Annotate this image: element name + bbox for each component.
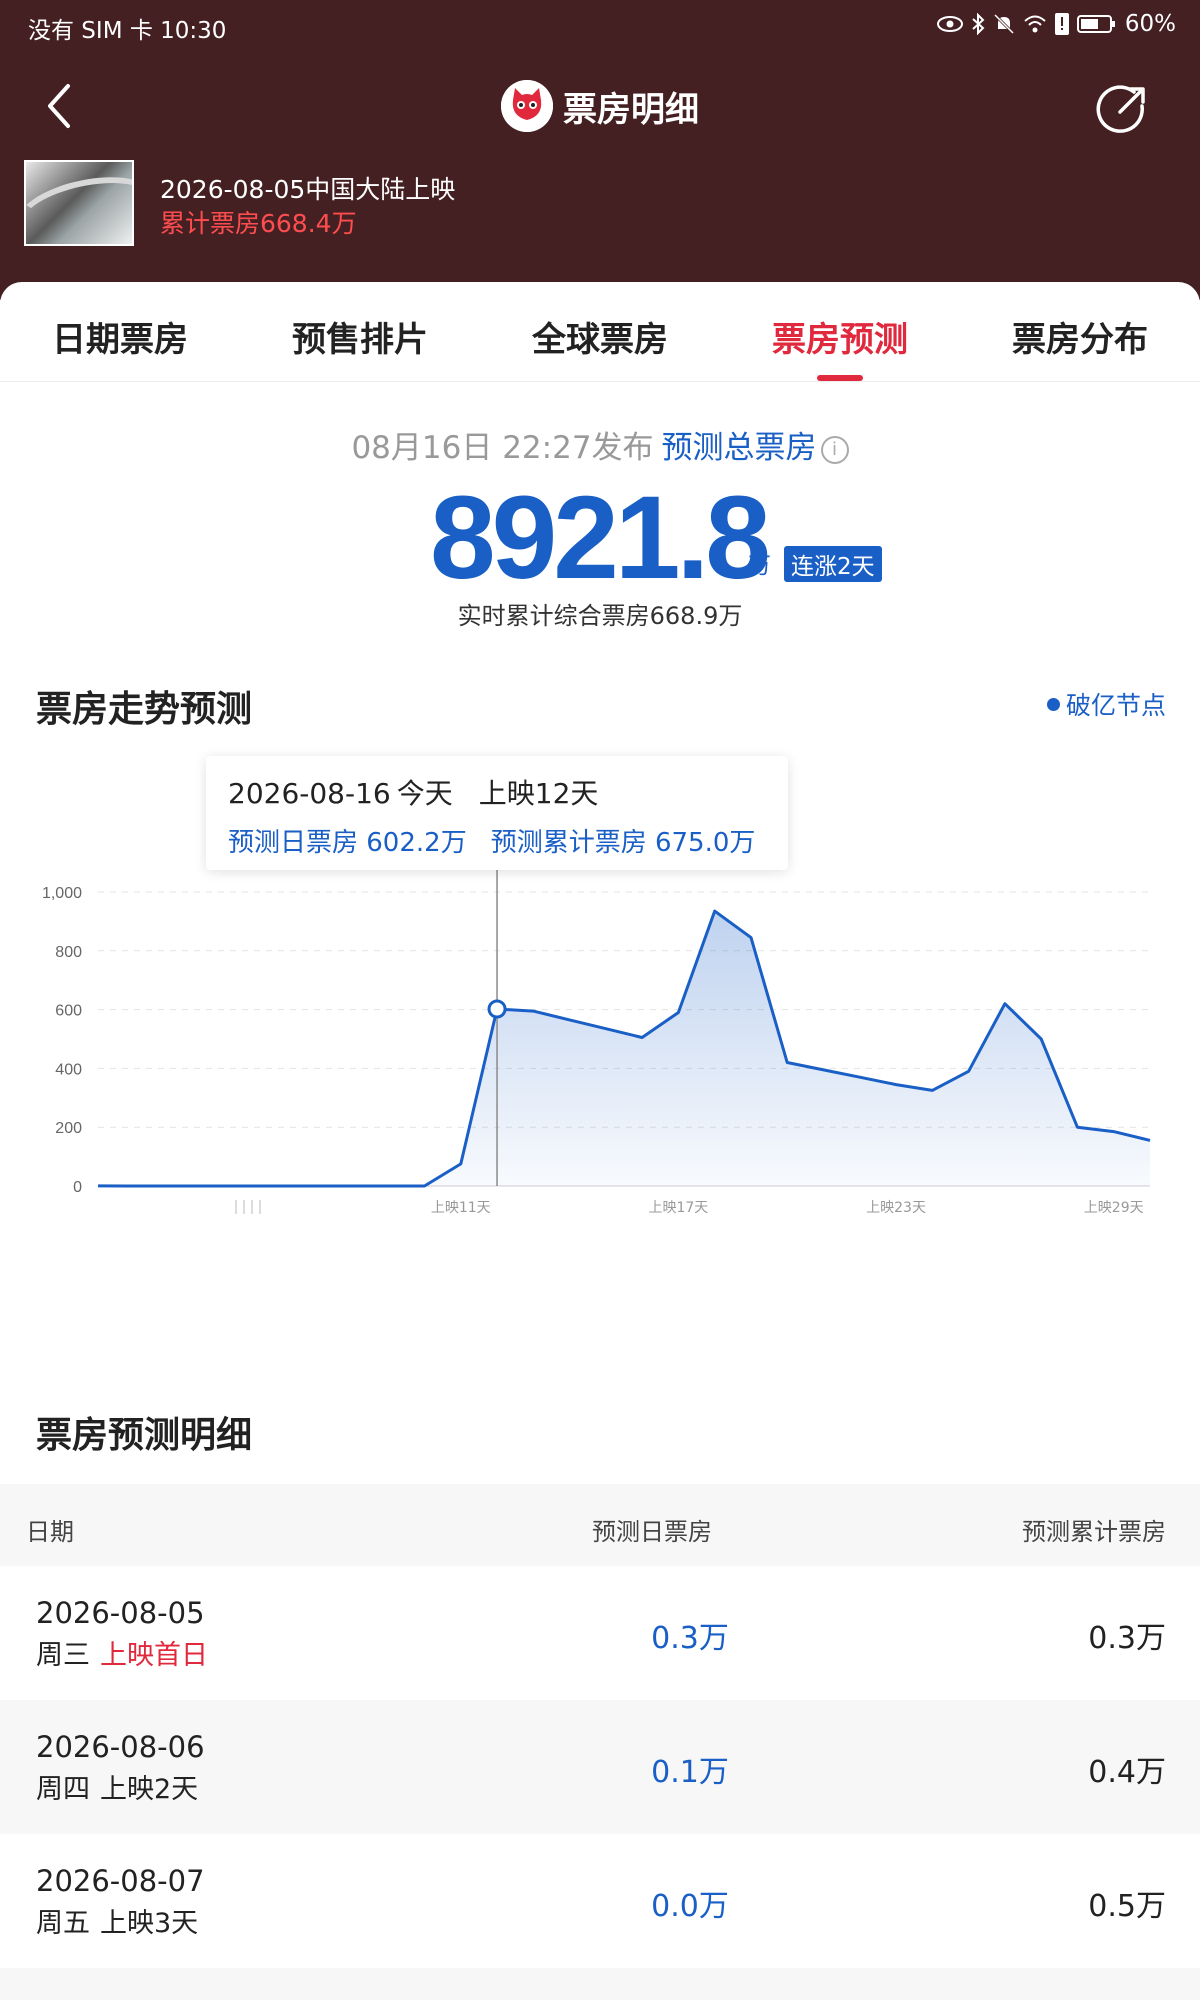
row-weekday: 周三 xyxy=(36,1640,90,1671)
row-daily: 0.1万 xyxy=(651,1755,729,1790)
y-tick-label: 0 xyxy=(73,1179,82,1196)
header-background: 没有 SIM 卡 10:30 60% 票房明细 2026-08-05中国大陆上映… xyxy=(0,0,1200,300)
tab-bar: 日期票房 预售排片 全球票房 票房预测 票房分布 xyxy=(0,282,1200,382)
y-tick-label: 1,000 xyxy=(42,885,82,902)
tab-box-office-distribution[interactable]: 票房分布 xyxy=(960,282,1200,381)
y-tick-label: 200 xyxy=(55,1120,82,1137)
header-date: 日期 xyxy=(26,1518,74,1546)
detail-section-title: 票房预测明细 xyxy=(36,1415,253,1456)
page-title: 票房明细 xyxy=(563,89,699,130)
row-date: 2026-08-06 xyxy=(36,1730,205,1764)
row-cumulative: 0.5万 xyxy=(1088,1889,1166,1924)
page-title-group: 票房明细 xyxy=(0,80,1200,132)
nav-bar: 票房明细 xyxy=(0,62,1200,152)
trend-chart[interactable]: 0 200 400 600 800 1,000 上映11天 上映17天 上映23天 上映29天 xyxy=(0,860,1200,1240)
tab-active-indicator xyxy=(817,375,863,381)
row-cumulative: 0.4万 xyxy=(1088,1755,1166,1790)
x-tick-label: 上映23天 xyxy=(866,1200,926,1216)
table-row-partial xyxy=(0,1968,1200,2000)
trend-badge: 连涨2天 xyxy=(784,546,882,582)
x-tick-label: 上映29天 xyxy=(1084,1200,1144,1216)
status-text: 没有 SIM 卡 10:30 xyxy=(28,18,227,44)
info-icon[interactable]: i xyxy=(820,436,849,464)
battery-icon xyxy=(1076,15,1115,33)
tab-daily-box-office[interactable]: 日期票房 xyxy=(0,282,240,381)
share-button[interactable] xyxy=(1096,82,1150,136)
movie-poster[interactable] xyxy=(24,160,134,246)
forecast-total-label: 预测总票房 xyxy=(661,430,817,466)
mute-icon xyxy=(993,13,1014,35)
realtime-box-office: 实时累计综合票房668.9万 xyxy=(457,602,743,630)
table-row[interactable]: 2026-08-05 周三 上映首日 0.3万 0.3万 xyxy=(0,1566,1200,1700)
tooltip-days: 上映12天 xyxy=(478,777,599,810)
row-tag: 上映首日 xyxy=(100,1640,208,1671)
status-icons: 60% xyxy=(936,11,1176,37)
row-sub: 周三 上映首日 xyxy=(36,1633,208,1672)
row-sub: 周五 上映3天 xyxy=(36,1901,198,1940)
tooltip-cumulative: 预测累计票房 675.0万 xyxy=(490,828,756,858)
series-area xyxy=(98,911,1150,1186)
row-date: 2026-08-07 xyxy=(36,1864,205,1898)
tab-label: 预售排片 xyxy=(292,320,428,360)
table-row[interactable]: 2026-08-06 周四 上映2天 0.1万 0.4万 xyxy=(0,1700,1200,1834)
y-tick-label: 600 xyxy=(55,1003,82,1020)
tab-label: 全球票房 xyxy=(532,320,668,360)
table-header: 日期 预测日票房 预测累计票房 xyxy=(0,1484,1200,1566)
y-tick-label: 400 xyxy=(55,1061,82,1078)
highlight-point xyxy=(487,999,507,1019)
status-bar: 没有 SIM 卡 10:30 60% xyxy=(0,0,1200,50)
header-cumulative: 预测累计票房 xyxy=(1022,1518,1166,1546)
cumulative-box-office: 累计票房668.4万 xyxy=(160,209,357,238)
tab-presale-schedule[interactable]: 预售排片 xyxy=(240,282,480,381)
legend-dot-icon xyxy=(1046,697,1060,711)
row-weekday: 周五 xyxy=(36,1908,90,1939)
battery-percent: 60% xyxy=(1124,11,1176,37)
row-daily: 0.3万 xyxy=(651,1621,729,1656)
row-tag: 上映3天 xyxy=(100,1908,199,1939)
bluetooth-icon xyxy=(972,13,985,35)
tab-global-box-office[interactable]: 全球票房 xyxy=(480,282,720,381)
movie-info[interactable]: 2026-08-05中国大陆上映 累计票房668.4万 xyxy=(24,160,724,250)
release-date: 2026-08-05中国大陆上映 xyxy=(160,175,456,204)
tab-label: 票房分布 xyxy=(1012,320,1148,360)
tab-label: 日期票房 xyxy=(52,320,188,360)
tooltip-daily: 预测日票房 602.2万 xyxy=(228,828,467,858)
milestone-label: 破亿节点 xyxy=(1065,691,1166,720)
forecast-total-unit: 万 xyxy=(748,553,771,579)
chart-tooltip: 2026-08-16 今天 上映12天 预测日票房 602.2万 预测累计票房 675… xyxy=(206,756,788,870)
tab-label: 票房预测 xyxy=(772,320,908,360)
publish-line: 08月16日 22:27发布 预测总票房 i xyxy=(0,422,1200,467)
row-date: 2026-08-05 xyxy=(36,1596,205,1630)
alert-icon xyxy=(1054,13,1069,35)
table-row[interactable]: 2026-08-07 周五 上映3天 0.0万 0.5万 xyxy=(0,1834,1200,1968)
y-tick-label: 800 xyxy=(55,944,82,961)
cat-logo-icon xyxy=(501,80,553,132)
trend-section-title: 票房走势预测 xyxy=(36,689,253,730)
row-daily: 0.0万 xyxy=(651,1889,729,1924)
row-sub: 周四 上映2天 xyxy=(36,1767,198,1806)
eye-icon xyxy=(936,16,963,32)
tooltip-date: 2026-08-16 xyxy=(228,777,391,810)
tab-box-office-forecast[interactable]: 票房预测 xyxy=(720,282,960,381)
milestone-legend[interactable]: 破亿节点 xyxy=(1046,686,1166,722)
row-cumulative: 0.3万 xyxy=(1088,1621,1166,1656)
row-tag: 上映2天 xyxy=(100,1774,199,1805)
header-daily: 预测日票房 xyxy=(592,1518,712,1546)
x-tick-label: 上映17天 xyxy=(648,1200,708,1216)
publish-time: 08月16日 22:27发布 xyxy=(351,430,654,466)
tooltip-today: 今天 xyxy=(396,777,453,810)
row-weekday: 周四 xyxy=(36,1774,90,1805)
forecast-total-value: 8921.8 xyxy=(430,472,771,604)
x-tick-label: 上映11天 xyxy=(431,1200,491,1216)
wifi-icon xyxy=(1024,15,1046,33)
